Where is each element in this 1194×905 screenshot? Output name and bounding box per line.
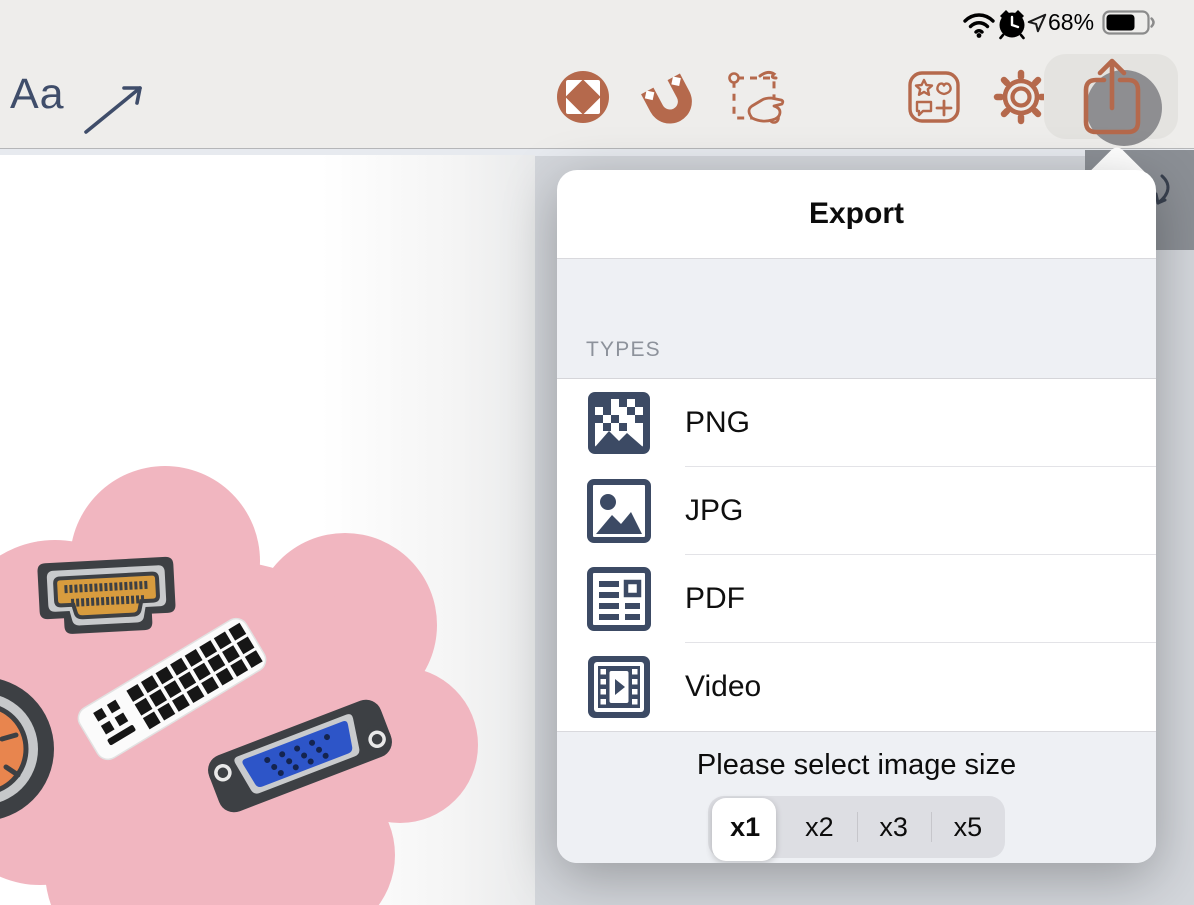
stickers-icon[interactable] <box>906 69 962 125</box>
segment-divider <box>930 812 932 842</box>
image-size-segmented-control: x1 x2 x3 x5 <box>708 796 1005 861</box>
location-icon <box>1027 13 1047 33</box>
export-type-row-video[interactable]: Video <box>557 643 1156 731</box>
battery-percent: 68% <box>1048 9 1095 35</box>
export-popover: Export TYPES PNG JPG PDF Video Please se… <box>557 170 1156 863</box>
export-type-row-png[interactable]: PNG <box>557 379 1156 467</box>
top-toolbar: 68% Aa <box>0 0 1194 149</box>
export-type-label: PNG <box>685 406 751 439</box>
size-option-x1[interactable]: x1 <box>708 796 782 861</box>
export-type-row-jpg[interactable]: JPG <box>557 467 1156 555</box>
segment-divider <box>856 812 858 842</box>
magnet-tool-icon[interactable] <box>638 68 698 128</box>
size-option-x5[interactable]: x5 <box>930 796 1005 858</box>
app-screen: 68% Aa Export TYPES PNG JPG PDF Video Pl… <box>0 0 1194 905</box>
wifi-icon <box>963 13 995 38</box>
export-type-label: JPG <box>685 494 744 527</box>
share-icon[interactable] <box>1082 56 1142 138</box>
export-type-label: Video <box>685 670 762 703</box>
pink-cloud[interactable] <box>0 466 478 905</box>
shape-tool-icon[interactable] <box>556 70 610 124</box>
jpg-image-icon <box>587 479 651 543</box>
text-tool-button[interactable]: Aa <box>10 70 65 119</box>
png-transparency-icon <box>588 392 650 454</box>
export-type-row-pdf[interactable]: PDF <box>557 555 1156 643</box>
video-filmstrip-icon <box>588 656 650 718</box>
drawing-canvas[interactable] <box>0 155 535 905</box>
popover-header: Export <box>557 170 1156 259</box>
settings-gear-icon[interactable] <box>992 68 1050 126</box>
arrow-tool-icon[interactable] <box>82 80 148 136</box>
popover-footer: Please select image size x1 x2 x3 x5 <box>557 731 1156 863</box>
pointing-hand-icon <box>747 96 785 123</box>
size-option-x3[interactable]: x3 <box>856 796 931 858</box>
pdf-document-icon <box>587 567 651 631</box>
types-section-header: TYPES <box>557 259 1156 379</box>
types-label: TYPES <box>586 338 661 361</box>
alarm-icon <box>999 10 1025 40</box>
export-type-label: PDF <box>685 582 745 615</box>
size-option-x2[interactable]: x2 <box>782 796 856 858</box>
size-prompt-text: Please select image size <box>696 749 1017 781</box>
battery-icon <box>1102 10 1155 35</box>
popover-title: Export <box>808 197 904 230</box>
lasso-select-icon[interactable] <box>726 66 790 130</box>
